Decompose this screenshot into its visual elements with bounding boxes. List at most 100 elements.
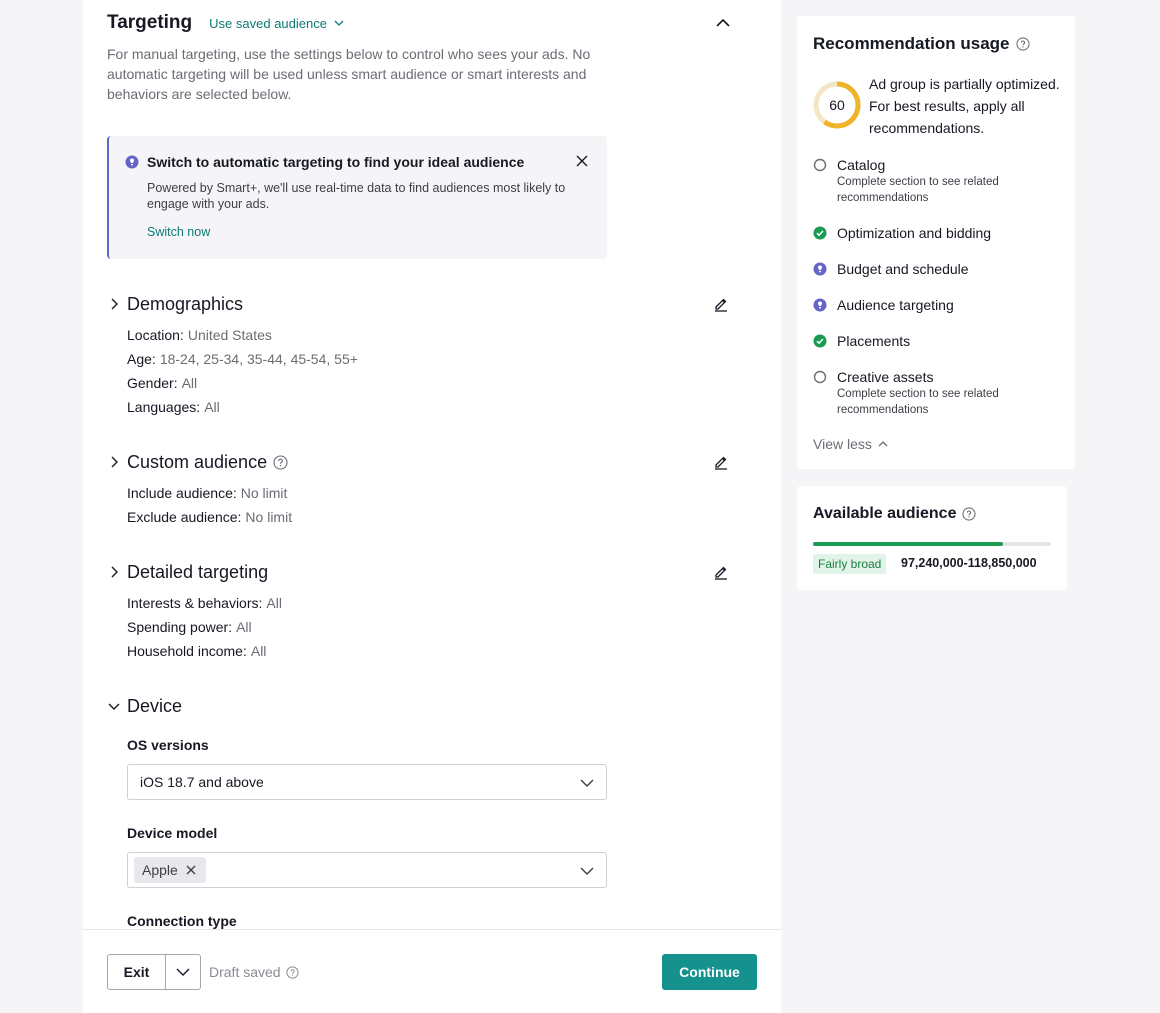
help-icon[interactable] <box>285 965 299 979</box>
empty-circle-icon <box>813 158 827 172</box>
use-saved-audience-label: Use saved audience <box>209 15 327 31</box>
continue-button[interactable]: Continue <box>662 954 757 990</box>
chevron-down-icon <box>580 867 594 875</box>
chevron-up-icon[interactable] <box>713 13 733 33</box>
draft-saved-label: Draft saved <box>209 964 281 980</box>
rec-item-audience[interactable]: Audience targeting <box>813 296 1063 314</box>
rec-item-creative[interactable]: Creative assets Complete section to see … <box>813 368 1063 418</box>
detailed-targeting-section: Detailed targeting Interests & behaviors… <box>107 559 757 663</box>
demographics-title: Demographics <box>127 293 244 314</box>
empty-circle-icon <box>813 370 827 384</box>
smart-banner-description: Powered by Smart+, we'll use real-time d… <box>147 181 566 211</box>
rec-item-name: Budget and schedule <box>837 261 969 277</box>
demographics-row-age: Age: 18-24, 25-34, 35-44, 45-54, 55+ <box>127 351 358 367</box>
chevron-up-icon <box>878 441 888 447</box>
lightbulb-icon <box>813 262 827 276</box>
audience-breadth-fill <box>813 542 1004 546</box>
available-audience-title: Available audience <box>813 505 957 522</box>
detailed-row-interests: Interests & behaviors: All <box>127 595 282 611</box>
chevron-down-icon <box>334 20 344 26</box>
view-less-link[interactable]: View less <box>813 436 889 452</box>
detailed-targeting-header[interactable]: Detailed targeting <box>107 559 757 585</box>
custom-audience-row-exclude: Exclude audience: No limit <box>127 509 293 525</box>
targeting-header: Targeting Use saved audience <box>107 10 757 36</box>
main-panel: Targeting Use saved audience For manual … <box>83 0 781 1013</box>
rec-item-sub: Complete section to see related recommen… <box>837 388 999 416</box>
demographics-header[interactable]: Demographics <box>107 291 757 317</box>
chevron-right-icon <box>111 298 118 310</box>
chevron-down-icon <box>580 779 594 787</box>
rec-item-name: Creative assets <box>837 369 934 385</box>
custom-audience-rows: Include audience: No limit Exclude audien… <box>107 481 757 529</box>
demographics-row-gender: Gender: All <box>127 375 198 391</box>
close-icon[interactable] <box>575 154 589 168</box>
help-icon[interactable] <box>273 454 288 470</box>
smart-targeting-banner: Switch to automatic targeting to find yo… <box>107 136 607 259</box>
rec-item-name: Audience targeting <box>837 297 954 313</box>
rec-item-budget[interactable]: Budget and schedule <box>813 260 1063 278</box>
rec-item-placements[interactable]: Placements <box>813 332 1063 350</box>
device-model-label: Device model <box>127 825 218 841</box>
score-value: 60 <box>829 97 845 113</box>
custom-audience-header[interactable]: Custom audience <box>107 449 757 475</box>
edit-icon[interactable] <box>713 296 729 312</box>
targeting-title: Targeting <box>107 12 193 33</box>
recommendation-usage-header: Recommendation usage <box>813 34 1030 54</box>
detailed-targeting-rows: Interests & behaviors: All Spending power… <box>107 591 757 663</box>
remove-tag-icon[interactable] <box>186 865 196 875</box>
rec-item-name: Optimization and bidding <box>837 225 992 241</box>
edit-icon[interactable] <box>713 454 729 470</box>
demographics-section: Demographics Location: United States Age:… <box>107 291 757 419</box>
device-model-tag-label: Apple <box>142 862 178 878</box>
demographics-row-languages: Languages: All <box>127 399 220 415</box>
custom-audience-row-include: Include audience: No limit <box>127 485 288 501</box>
footer-bar: Exit Draft saved Continue <box>83 929 781 1013</box>
exit-button[interactable]: Exit <box>108 955 166 989</box>
available-audience-card: Available audience Fairly broad 97,240,0… <box>797 486 1067 590</box>
targeting-intro: For manual targeting, use the settings b… <box>107 46 591 102</box>
recommendation-usage-title: Recommendation usage <box>813 34 1010 53</box>
edit-icon[interactable] <box>713 564 729 580</box>
help-icon[interactable] <box>962 507 977 521</box>
view-less-label: View less <box>813 436 872 452</box>
audience-size-range: 97,240,000-118,850,000 <box>901 556 1037 570</box>
lightbulb-icon <box>125 155 139 169</box>
chevron-down-icon <box>176 968 190 976</box>
switch-now-link[interactable]: Switch now <box>147 225 210 239</box>
connection-type-label: Connection type <box>127 913 237 929</box>
device-model-select[interactable]: Apple <box>127 852 607 888</box>
device-section: Device OS versions iOS 18.7 and above De… <box>107 693 757 933</box>
check-circle-icon <box>813 334 827 348</box>
custom-audience-section: Custom audience Include audience: No limi… <box>107 449 757 529</box>
smart-banner-title: Switch to automatic targeting to find yo… <box>147 154 525 170</box>
demographics-rows: Location: United States Age: 18-24, 25-34,… <box>107 323 757 419</box>
recommendation-usage-card: Recommendation usage 60 Ad group is part… <box>797 16 1075 469</box>
rec-item-optimization[interactable]: Optimization and bidding <box>813 224 1063 242</box>
rec-item-catalog[interactable]: Catalog Complete section to see related … <box>813 156 1063 206</box>
draft-status: Draft saved <box>209 964 299 980</box>
help-icon[interactable] <box>1015 37 1030 51</box>
device-model-tag: Apple <box>134 857 206 883</box>
device-title: Device <box>127 695 183 716</box>
rec-item-name: Placements <box>837 333 911 349</box>
chevron-right-icon <box>111 456 118 468</box>
custom-audience-title: Custom audience <box>127 451 268 472</box>
chevron-down-icon <box>108 703 120 710</box>
demographics-row-location: Location: United States <box>127 327 272 343</box>
available-audience-header: Available audience <box>813 505 977 523</box>
os-versions-value: iOS 18.7 and above <box>140 774 264 790</box>
os-versions-label: OS versions <box>127 737 209 753</box>
detailed-row-income: Household income: All <box>127 643 267 659</box>
audience-breadth-bar <box>813 542 1051 546</box>
audience-breadth-badge: Fairly broad <box>813 554 887 574</box>
check-circle-icon <box>813 226 827 240</box>
use-saved-audience-dropdown[interactable]: Use saved audience <box>209 16 345 31</box>
detailed-row-spending: Spending power: All <box>127 619 252 635</box>
os-versions-select[interactable]: iOS 18.7 and above <box>127 764 607 800</box>
exit-dropdown-button[interactable] <box>166 955 200 989</box>
device-header[interactable]: Device <box>107 693 757 719</box>
detailed-targeting-title: Detailed targeting <box>127 561 269 582</box>
rec-item-name: Catalog <box>837 157 886 173</box>
recommendation-message: Ad group is partially optimized. For bes… <box>869 76 1060 136</box>
lightbulb-icon <box>813 298 827 312</box>
